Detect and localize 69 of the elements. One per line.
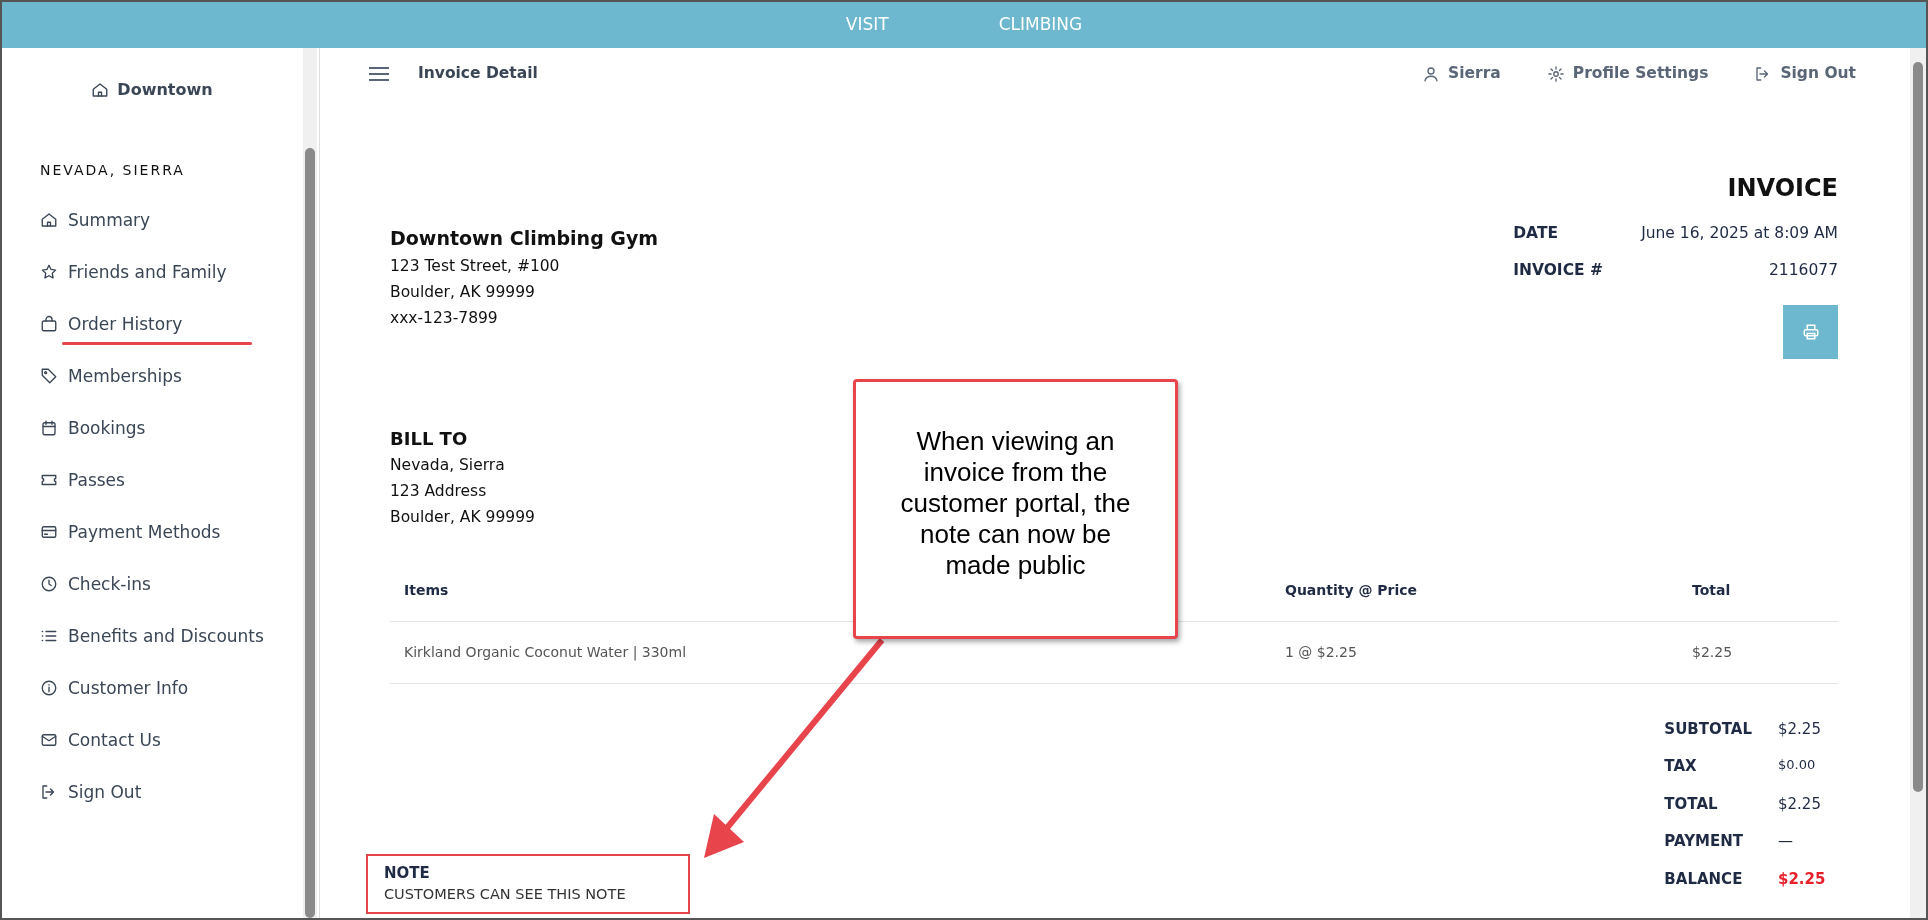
scrollbar-thumb[interactable] (305, 148, 315, 918)
credit-card-icon (40, 523, 58, 541)
sidebar-item[interactable]: Check-ins (40, 571, 270, 597)
sidebar-item[interactable]: Contact Us (40, 727, 270, 753)
printer-icon (1801, 322, 1820, 341)
bag-icon (40, 315, 58, 333)
note-text: CUSTOMERS CAN SEE THIS NOTE (384, 885, 626, 905)
profile-settings-link[interactable]: Profile Settings (1546, 62, 1709, 86)
total-label: TAX (1664, 756, 1698, 777)
house-icon (40, 211, 58, 229)
sidebar-item[interactable]: Passes (40, 467, 270, 493)
meta-value: June 16, 2025 at 8:09 AM (1639, 223, 1838, 244)
total-label: PAYMENT (1664, 831, 1744, 852)
column-header: Quantity @ Price (1285, 581, 1418, 598)
note-heading: NOTE (384, 862, 430, 884)
sidebar-item[interactable]: Customer Info (40, 675, 270, 701)
meta-value: 2116077 (1767, 260, 1838, 282)
bill-to-line: Nevada, Sierra (390, 454, 505, 476)
table-cell: $2.25 (1692, 643, 1733, 660)
meta-label: DATE (1513, 223, 1560, 244)
house-icon (91, 81, 110, 99)
bill-to-heading: BILL TO (390, 426, 468, 451)
clock-icon (40, 575, 58, 593)
star-icon (40, 263, 58, 281)
sidebar-item[interactable]: Order History (40, 311, 270, 337)
tag-icon (40, 367, 58, 385)
settings-icon (1546, 65, 1565, 83)
menu-icon[interactable] (368, 66, 390, 82)
print-button[interactable] (1783, 304, 1838, 359)
sidebar-scrollbar[interactable] (303, 48, 317, 918)
scrollbar-thumb[interactable] (1913, 62, 1923, 792)
bill-to-line: Boulder, AK 99999 (390, 506, 535, 528)
sidebar-item[interactable]: Bookings (40, 415, 270, 441)
total-value: $2.25 (1778, 718, 1822, 740)
address-line: Boulder, AK 99999 (390, 281, 535, 303)
meta-label: INVOICE # (1513, 260, 1603, 282)
page-title: Invoice Detail (418, 63, 538, 85)
sign-out-link[interactable]: Sign Out (1754, 62, 1856, 86)
total-label: BALANCE (1664, 868, 1744, 890)
calendar-icon (40, 419, 58, 437)
customer-name: NEVADA, SIERRA (40, 161, 186, 180)
column-header: Items (404, 581, 449, 598)
sidebar-item[interactable]: Summary (40, 207, 270, 233)
bill-to-line: 123 Address (390, 480, 487, 502)
person-icon (1422, 65, 1441, 83)
total-value: $2.25 (1778, 793, 1822, 815)
user-link[interactable]: Sierra (1422, 62, 1501, 86)
location-link[interactable]: Downtown (2, 70, 302, 102)
address-line: 123 Test Street, #100 (390, 255, 560, 277)
invoice-heading: INVOICE (1726, 173, 1838, 204)
total-value: — (1778, 831, 1794, 852)
page-scrollbar[interactable] (1910, 48, 1926, 918)
sidebar-item[interactable]: Benefits and Discounts (40, 623, 270, 649)
sidebar-item[interactable]: Payment Methods (40, 519, 270, 545)
company-name: Downtown Climbing Gym (390, 226, 659, 251)
sidebar-item[interactable]: Sign Out (40, 779, 270, 805)
annotation-callout: When viewing an invoice from the customer portal, the note can now be made public (853, 379, 1178, 639)
sidebar-item[interactable]: Friends and Family (40, 259, 270, 285)
total-label: TOTAL (1664, 793, 1719, 815)
info-icon (40, 679, 58, 697)
total-value: $2.25 (1778, 868, 1827, 890)
table-cell: Kirkland Organic Coconut Water | 330ml (404, 643, 687, 660)
total-value: $0.00 (1778, 756, 1817, 774)
column-header: Total (1692, 581, 1731, 598)
envelope-icon (40, 731, 58, 749)
sidebar-item[interactable]: Memberships (40, 363, 270, 389)
table-cell: 1 @ $2.25 (1285, 643, 1357, 660)
address-line: xxx-123-7899 (390, 307, 498, 329)
total-label: SUBTOTAL (1664, 718, 1752, 740)
